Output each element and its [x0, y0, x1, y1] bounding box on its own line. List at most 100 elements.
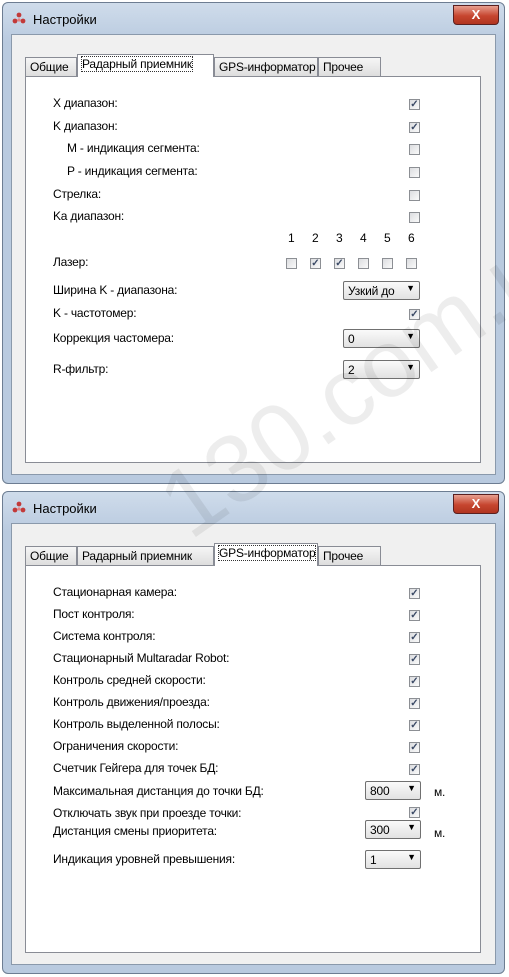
- tab-general[interactable]: Общие: [25, 57, 77, 77]
- r-filter-select[interactable]: 2 ▼: [343, 360, 420, 379]
- priority-distance-select[interactable]: 300 ▼: [365, 820, 421, 839]
- multaradar-robot-label: Стационарный Multaradar Robot:: [53, 651, 230, 665]
- laser-column-4: 4: [360, 231, 367, 245]
- select-value: 800: [370, 784, 390, 798]
- checkpoint-checkbox[interactable]: ✓: [409, 610, 420, 621]
- window-title: Настройки: [33, 12, 97, 27]
- laser-column-5: 5: [384, 231, 391, 245]
- laser-checkbox-2[interactable]: ✓: [310, 258, 321, 269]
- client-area: Общие Радарный приемник GPS-информатор П…: [11, 523, 496, 965]
- tab-label: GPS-информатор: [217, 545, 317, 561]
- speed-limits-label: Ограничения скорости:: [53, 739, 179, 753]
- title-bar: Настройки X: [3, 492, 504, 522]
- max-distance-label: Максимальная дистанция до точки БД:: [53, 784, 264, 798]
- tab-label: Общие: [30, 60, 69, 74]
- lane-control-checkbox[interactable]: ✓: [409, 720, 420, 731]
- k-band-width-label: Ширина K - диапазона:: [53, 283, 178, 297]
- fixed-camera-checkbox[interactable]: ✓: [409, 588, 420, 599]
- chevron-down-icon: ▼: [406, 362, 415, 372]
- tab-panel-radar: X диапазон: ✓ K диапазон: ✓ M - индикаци…: [25, 76, 481, 463]
- laser-column-3: 3: [336, 231, 343, 245]
- laser-column-1: 1: [288, 231, 295, 245]
- mute-on-pass-checkbox[interactable]: ✓: [409, 807, 420, 818]
- geiger-counter-checkbox[interactable]: ✓: [409, 764, 420, 775]
- k-freq-meter-label: K - частотомер:: [53, 306, 137, 320]
- tab-radar-receiver[interactable]: Радарный приемник: [77, 546, 214, 566]
- priority-distance-label: Дистанция смены приоритета:: [53, 824, 217, 838]
- tab-other[interactable]: Прочее: [318, 546, 381, 566]
- settings-window-radar: Настройки X Общие Радарный приемник GPS-…: [2, 2, 505, 484]
- control-system-checkbox[interactable]: ✓: [409, 632, 420, 643]
- m-segment-label: M - индикация сегмента:: [67, 141, 200, 155]
- speed-limits-checkbox[interactable]: ✓: [409, 742, 420, 753]
- chevron-down-icon: ▼: [407, 822, 416, 832]
- p-segment-label: P - индикация сегмента:: [67, 164, 198, 178]
- p-segment-checkbox[interactable]: [409, 167, 420, 178]
- ka-band-label: Ka диапазон:: [53, 209, 125, 223]
- laser-checkbox-4[interactable]: [358, 258, 369, 269]
- laser-label: Лазер:: [53, 255, 89, 269]
- chevron-down-icon: ▼: [406, 283, 415, 293]
- tab-other[interactable]: Прочее: [318, 57, 381, 77]
- close-button[interactable]: X: [453, 494, 499, 514]
- tab-label: Общие: [30, 549, 69, 563]
- avg-speed-control-label: Контроль средней скорости:: [53, 673, 206, 687]
- tab-gps-informer[interactable]: GPS-информатор: [214, 543, 318, 566]
- priority-distance-unit: м.: [434, 826, 446, 840]
- laser-column-2: 2: [312, 231, 319, 245]
- select-value: 0: [348, 332, 355, 346]
- ka-band-checkbox[interactable]: [409, 212, 420, 223]
- k-freq-meter-checkbox[interactable]: ✓: [409, 309, 420, 320]
- arrow-checkbox[interactable]: [409, 190, 420, 201]
- settings-window-gps: Настройки X Общие Радарный приемник GPS-…: [2, 491, 505, 974]
- tab-general[interactable]: Общие: [25, 546, 77, 566]
- tab-gps-informer[interactable]: GPS-информатор: [214, 57, 318, 77]
- max-distance-select[interactable]: 800 ▼: [365, 781, 421, 800]
- traffic-control-label: Контроль движения/проезда:: [53, 695, 210, 709]
- k-band-width-select[interactable]: Узкий до ▼: [343, 281, 420, 300]
- freq-correction-select[interactable]: 0 ▼: [343, 329, 420, 348]
- checkpoint-label: Пост контроля:: [53, 607, 135, 621]
- freq-correction-label: Коррекция частомера:: [53, 331, 174, 345]
- tab-radar-receiver[interactable]: Радарный приемник: [77, 54, 214, 77]
- select-value: Узкий до: [348, 284, 395, 298]
- k-band-label: K диапазон:: [53, 119, 118, 133]
- close-button[interactable]: X: [453, 5, 499, 25]
- tab-label: Радарный приемник: [82, 549, 192, 563]
- multaradar-robot-checkbox[interactable]: ✓: [409, 654, 420, 665]
- traffic-control-checkbox[interactable]: ✓: [409, 698, 420, 709]
- mute-on-pass-label: Отключать звук при проезде точки:: [53, 806, 242, 820]
- chevron-down-icon: ▼: [407, 852, 416, 862]
- exceed-levels-select[interactable]: 1 ▼: [365, 850, 421, 869]
- app-icon: [12, 501, 26, 513]
- geiger-counter-label: Счетчик Гейгера для точек БД:: [53, 761, 219, 775]
- x-band-checkbox[interactable]: ✓: [409, 99, 420, 110]
- laser-checkbox-1[interactable]: [286, 258, 297, 269]
- chevron-down-icon: ▼: [406, 331, 415, 341]
- r-filter-label: R-фильтр:: [53, 362, 109, 376]
- m-segment-checkbox[interactable]: [409, 144, 420, 155]
- app-icon: [12, 12, 26, 24]
- chevron-down-icon: ▼: [407, 783, 416, 793]
- control-system-label: Система контроля:: [53, 629, 156, 643]
- arrow-label: Стрелка:: [53, 187, 102, 201]
- window-title: Настройки: [33, 501, 97, 516]
- tab-label: Прочее: [323, 60, 364, 74]
- avg-speed-control-checkbox[interactable]: ✓: [409, 676, 420, 687]
- select-value: 300: [370, 823, 390, 837]
- tab-label: Прочее: [323, 549, 364, 563]
- tab-label: GPS-информатор: [219, 60, 316, 74]
- fixed-camera-label: Стационарная камера:: [53, 585, 177, 599]
- laser-checkbox-5[interactable]: [382, 258, 393, 269]
- lane-control-label: Контроль выделенной полосы:: [53, 717, 220, 731]
- title-bar: Настройки X: [3, 3, 504, 33]
- laser-column-6: 6: [408, 231, 415, 245]
- k-band-checkbox[interactable]: ✓: [409, 122, 420, 133]
- laser-checkbox-3[interactable]: ✓: [334, 258, 345, 269]
- select-value: 1: [370, 853, 377, 867]
- x-band-label: X диапазон:: [53, 96, 118, 110]
- client-area: Общие Радарный приемник GPS-информатор П…: [11, 34, 496, 475]
- tab-label: Радарный приемник: [81, 56, 193, 72]
- tab-panel-gps: Стационарная камера: ✓ Пост контроля: ✓ …: [25, 565, 481, 953]
- laser-checkbox-6[interactable]: [406, 258, 417, 269]
